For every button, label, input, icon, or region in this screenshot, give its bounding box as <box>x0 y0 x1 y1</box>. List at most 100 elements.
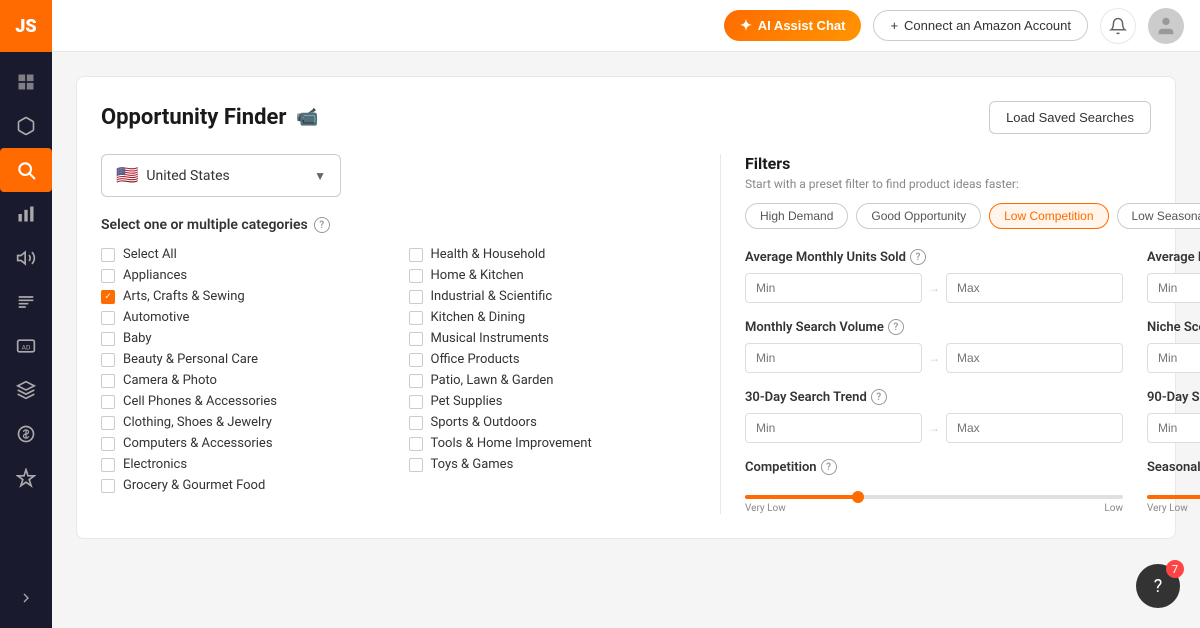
help-button[interactable]: ? 7 <box>1136 564 1180 608</box>
video-icon[interactable]: 📹 <box>296 107 318 128</box>
sidebar-item-opportunity[interactable] <box>0 148 52 192</box>
sidebar-item-ads[interactable]: AD <box>0 324 52 368</box>
list-item[interactable]: Pet Supplies <box>409 394 697 409</box>
categories-grid: Select All Health & Household Appliances <box>101 247 696 493</box>
checkbox-clothing[interactable] <box>101 416 115 430</box>
list-item[interactable]: Home & Kitchen <box>409 268 697 283</box>
connect-amazon-label: Connect an Amazon Account <box>904 18 1071 33</box>
list-item[interactable]: Musical Instruments <box>409 331 697 346</box>
filter-group-seasonality: Seasonality ? Very Low Very H <box>1147 459 1200 514</box>
list-item[interactable]: Electronics <box>101 457 389 472</box>
notifications-button[interactable] <box>1100 8 1136 44</box>
checkbox-select-all[interactable] <box>101 248 115 262</box>
list-item[interactable]: Computers & Accessories <box>101 436 389 451</box>
list-item[interactable]: Clothing, Shoes & Jewelry <box>101 415 389 430</box>
checkbox-beauty[interactable] <box>101 353 115 367</box>
checkbox-patio[interactable] <box>409 374 423 388</box>
sidebar-item-badge[interactable] <box>0 456 52 500</box>
list-item[interactable]: Health & Household <box>409 247 697 262</box>
checkbox-computers[interactable] <box>101 437 115 451</box>
main-content: ✦ AI Assist Chat + Connect an Amazon Acc… <box>52 0 1200 628</box>
avg-units-min-input[interactable] <box>745 273 922 303</box>
list-item[interactable]: Select All <box>101 247 389 262</box>
two-col-layout: 🇺🇸 United States ▼ Select one or multipl… <box>101 154 1151 514</box>
competition-label-right: Low <box>1104 503 1123 514</box>
sidebar-item-campaigns[interactable] <box>0 236 52 280</box>
checkbox-appliances[interactable] <box>101 269 115 283</box>
avg-units-help-icon[interactable]: ? <box>910 249 926 265</box>
competition-help-icon[interactable]: ? <box>821 459 837 475</box>
sidebar-item-coins[interactable] <box>0 412 52 456</box>
sidebar-item-courses[interactable] <box>0 368 52 412</box>
checkbox-kitchen-dining[interactable] <box>409 311 423 325</box>
list-item[interactable]: Grocery & Gourmet Food <box>101 478 389 493</box>
list-item[interactable]: Tools & Home Improvement <box>409 436 697 451</box>
checkbox-pet-supplies[interactable] <box>409 395 423 409</box>
checkbox-electronics[interactable] <box>101 458 115 472</box>
list-item[interactable]: Sports & Outdoors <box>409 415 697 430</box>
list-item[interactable]: Cell Phones & Accessories <box>101 394 389 409</box>
list-item[interactable]: Industrial & Scientific <box>409 289 697 304</box>
checkbox-industrial[interactable] <box>409 290 423 304</box>
checkbox-automotive[interactable] <box>101 311 115 325</box>
graduation-icon <box>16 380 36 400</box>
trend-90-min-input[interactable] <box>1147 413 1200 443</box>
filter-tag-high-demand[interactable]: High Demand <box>745 203 848 229</box>
list-item[interactable]: Beauty & Personal Care <box>101 352 389 367</box>
list-item[interactable]: Arts, Crafts & Sewing <box>101 289 389 304</box>
user-avatar[interactable] <box>1148 8 1184 44</box>
checkbox-baby[interactable] <box>101 332 115 346</box>
chevron-right-icon <box>18 590 34 606</box>
checkbox-health[interactable] <box>409 248 423 262</box>
country-selector[interactable]: 🇺🇸 United States ▼ <box>101 154 341 197</box>
filter-group-niche-score: Niche Score ? → <box>1147 319 1200 373</box>
trend-30-max-input[interactable] <box>946 413 1123 443</box>
checkbox-home-kitchen[interactable] <box>409 269 423 283</box>
list-item[interactable]: Toys & Games <box>409 457 697 472</box>
list-item[interactable]: Patio, Lawn & Garden <box>409 373 697 388</box>
connect-amazon-button[interactable]: + Connect an Amazon Account <box>873 10 1088 41</box>
list-item[interactable]: Kitchen & Dining <box>409 310 697 325</box>
load-saved-button[interactable]: Load Saved Searches <box>989 101 1151 134</box>
checkbox-musical[interactable] <box>409 332 423 346</box>
ai-assist-button[interactable]: ✦ AI Assist Chat <box>724 10 861 41</box>
sidebar-expand-btn[interactable] <box>0 576 52 620</box>
avg-units-max-input[interactable] <box>946 273 1123 303</box>
trend-30-help-icon[interactable]: ? <box>871 389 887 405</box>
list-item[interactable]: Office Products <box>409 352 697 367</box>
checkbox-camera[interactable] <box>101 374 115 388</box>
sidebar-item-rank[interactable] <box>0 280 52 324</box>
list-item[interactable]: Camera & Photo <box>101 373 389 388</box>
checkbox-arts-crafts[interactable] <box>101 290 115 304</box>
sidebar-item-dashboard[interactable] <box>0 60 52 104</box>
search-vol-max-input[interactable] <box>946 343 1123 373</box>
checkbox-tools[interactable] <box>409 437 423 451</box>
sidebar-item-products[interactable] <box>0 104 52 148</box>
filter-tag-good-opportunity[interactable]: Good Opportunity <box>856 203 981 229</box>
competition-slider-track[interactable] <box>745 495 1123 499</box>
avg-price-min-input[interactable] <box>1147 273 1200 303</box>
seasonality-label-left: Very Low <box>1147 503 1188 514</box>
checkbox-sports[interactable] <box>409 416 423 430</box>
chart-icon <box>16 204 36 224</box>
search-vol-help-icon[interactable]: ? <box>888 319 904 335</box>
list-item[interactable]: Baby <box>101 331 389 346</box>
trend-30-min-input[interactable] <box>745 413 922 443</box>
list-item[interactable]: Appliances <box>101 268 389 283</box>
categories-help-icon[interactable]: ? <box>314 217 330 233</box>
checkbox-office[interactable] <box>409 353 423 367</box>
country-flag: 🇺🇸 <box>116 165 138 186</box>
filter-tag-low-competition[interactable]: Low Competition <box>989 203 1108 229</box>
competition-slider-thumb[interactable] <box>852 491 864 503</box>
filter-group-avg-price: Average Monthly Price ? → <box>1147 249 1200 303</box>
checkbox-grocery[interactable] <box>101 479 115 493</box>
list-item[interactable]: Automotive <box>101 310 389 325</box>
checkbox-cell-phones[interactable] <box>101 395 115 409</box>
checkbox-toys[interactable] <box>409 458 423 472</box>
sidebar-item-analytics[interactable] <box>0 192 52 236</box>
filter-tag-low-seasonality[interactable]: Low Seasonality <box>1117 203 1200 229</box>
search-vol-min-input[interactable] <box>745 343 922 373</box>
niche-score-min-input[interactable] <box>1147 343 1200 373</box>
seasonality-slider-track[interactable] <box>1147 495 1200 499</box>
help-badge-count: 7 <box>1166 560 1184 578</box>
